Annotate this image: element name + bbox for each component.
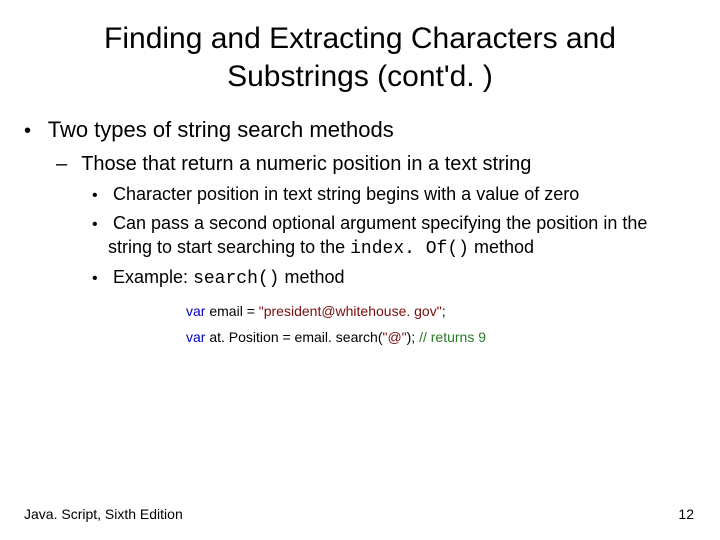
code-example: var email = "president@whitehouse. gov";… — [186, 298, 696, 351]
bullet-list-1: Two types of string search methods Those… — [24, 115, 696, 351]
bullet-l3-text-pre: Example: — [113, 267, 193, 287]
slide: Finding and Extracting Characters and Su… — [0, 0, 720, 540]
bullet-l3-item: Character position in text string begins… — [108, 182, 696, 207]
bullet-l3-text: Character position in text string begins… — [113, 184, 579, 204]
code-line: var email = "president@whitehouse. gov"; — [186, 298, 696, 325]
code-string: "@" — [382, 329, 406, 345]
code-text: ); — [407, 329, 419, 345]
bullet-l3-text-post: method — [279, 267, 344, 287]
slide-title: Finding and Extracting Characters and Su… — [0, 0, 720, 105]
code-keyword: var — [186, 329, 205, 345]
inline-code: index. Of() — [350, 239, 469, 259]
bullet-list-2: Those that return a numeric position in … — [42, 151, 696, 351]
code-comment: // returns 9 — [419, 329, 486, 345]
bullet-l3-item: Example: search() method — [108, 265, 696, 291]
bullet-l2-item: Those that return a numeric position in … — [76, 151, 696, 351]
bullet-l2-text: Those that return a numeric position in … — [81, 153, 531, 175]
bullet-l1-text: Two types of string search methods — [48, 117, 394, 142]
bullet-l3-text-post: method — [469, 237, 534, 257]
footer-source: Java. Script, Sixth Edition — [24, 506, 183, 522]
code-text: at. Position = email. search( — [205, 329, 382, 345]
inline-code: search() — [193, 269, 279, 289]
code-keyword: var — [186, 303, 205, 319]
code-line: var at. Position = email. search("@"); /… — [186, 324, 696, 351]
code-text: email = — [205, 303, 258, 319]
page-number: 12 — [678, 506, 694, 522]
slide-body: Two types of string search methods Those… — [0, 115, 720, 351]
code-text: ; — [442, 303, 446, 319]
bullet-l3-item: Can pass a second optional argument spec… — [108, 211, 696, 262]
code-string: "president@whitehouse. gov" — [259, 303, 442, 319]
bullet-l1-item: Two types of string search methods Those… — [42, 115, 696, 351]
bullet-list-3: Character position in text string begins… — [76, 182, 696, 292]
